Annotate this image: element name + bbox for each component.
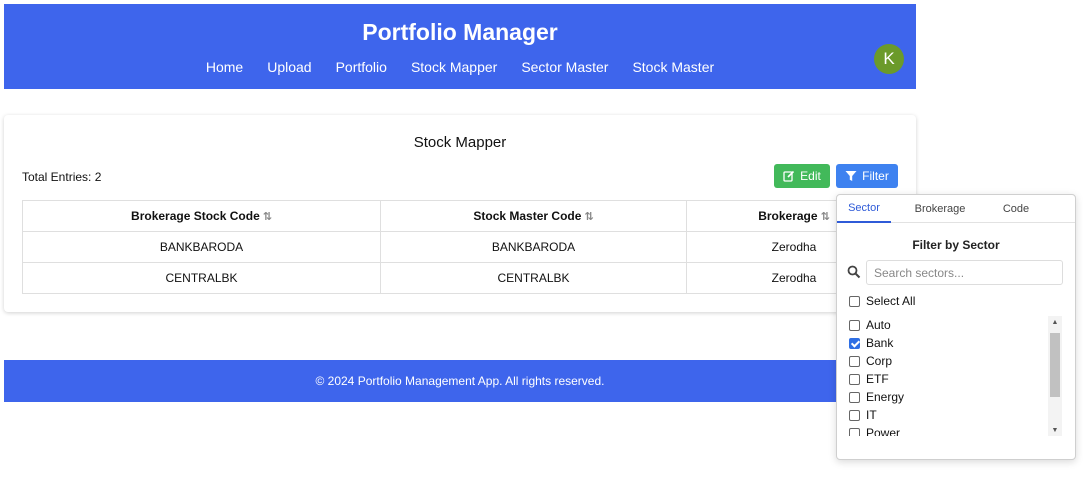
filter-tabs: Sector Brokerage Code (837, 195, 1075, 223)
checkbox[interactable] (849, 355, 860, 367)
edit-icon (783, 170, 795, 182)
table-cell: BANKBARODA (380, 231, 687, 263)
tab-sector[interactable]: Sector (837, 195, 891, 223)
page-title: Stock Mapper (413, 134, 507, 151)
select-all-label: Select All (866, 294, 916, 308)
nav-portfolio[interactable]: Portfolio (324, 59, 399, 75)
scrollbar-thumb[interactable] (1050, 333, 1060, 397)
checkbox[interactable] (849, 295, 860, 307)
sector-option-energy[interactable]: Energy (849, 388, 1049, 406)
nav-stock-master[interactable]: Stock Master (620, 59, 726, 75)
table-cell: CENTRALBK (380, 262, 687, 294)
filter-popover: Sector Brokerage Code Filter by Sector S… (836, 194, 1076, 460)
sector-option-corp[interactable]: Corp (849, 352, 1049, 370)
footer-text: © 2024 Portfolio Management App. All rig… (315, 374, 605, 388)
checkbox[interactable] (849, 319, 860, 331)
checkbox[interactable] (849, 373, 860, 385)
sector-list-scrollbar[interactable]: ▲ ▼ (1048, 316, 1062, 436)
nav-upload[interactable]: Upload (255, 59, 323, 75)
stock-mapper-table: Brokerage Stock Code ⇅ Stock Master Code ⇅… (22, 200, 902, 294)
main-nav: Home Upload Portfolio Stock Mapper Secto… (4, 59, 916, 75)
app-title: Portfolio Manager (362, 19, 558, 45)
checkbox[interactable] (849, 427, 860, 436)
sector-search-input[interactable] (866, 260, 1063, 285)
column-header-stock-master-code[interactable]: Stock Master Code ⇅ (380, 200, 687, 232)
filter-title: Filter by Sector (912, 238, 1000, 252)
checkbox-checked[interactable] (849, 337, 860, 349)
edit-button-label: Edit (800, 169, 821, 183)
filter-button-label: Filter (862, 169, 889, 183)
table-cell: BANKBARODA (22, 231, 381, 263)
sector-option-auto[interactable]: Auto (849, 316, 1049, 334)
tab-code[interactable]: Code (989, 195, 1043, 223)
tab-brokerage[interactable]: Brokerage (891, 195, 989, 223)
sector-option-bank[interactable]: Bank (849, 334, 1049, 352)
app-header: Portfolio Manager Home Upload Portfolio … (4, 4, 916, 89)
sector-list: Auto Bank Corp ETF Energy IT Power (849, 316, 1049, 436)
checkbox[interactable] (849, 391, 860, 403)
sector-option-it[interactable]: IT (849, 406, 1049, 424)
scroll-down-arrow-icon[interactable]: ▼ (1048, 424, 1062, 436)
table-row: BANKBARODA BANKBARODA Zerodha (22, 231, 902, 263)
table-header-row: Brokerage Stock Code ⇅ Stock Master Code ⇅… (22, 200, 902, 232)
user-avatar[interactable]: K (874, 44, 904, 74)
search-icon (847, 265, 861, 279)
table-cell: CENTRALBK (22, 262, 381, 294)
sort-icon[interactable]: ⇅ (821, 211, 830, 223)
filter-button[interactable]: Filter (836, 164, 898, 188)
nav-stock-mapper[interactable]: Stock Mapper (399, 59, 509, 75)
total-entries: Total Entries: 2 (22, 170, 102, 184)
nav-home[interactable]: Home (194, 59, 255, 75)
checkbox[interactable] (849, 409, 860, 421)
sector-option-power[interactable]: Power (849, 424, 1049, 436)
app-footer: © 2024 Portfolio Management App. All rig… (4, 360, 916, 402)
scroll-up-arrow-icon[interactable]: ▲ (1048, 316, 1062, 328)
filter-icon (845, 171, 857, 181)
sort-icon[interactable]: ⇅ (584, 211, 593, 223)
select-all-checkbox[interactable]: Select All (849, 294, 915, 308)
sector-option-etf[interactable]: ETF (849, 370, 1049, 388)
table-row: CENTRALBK CENTRALBK Zerodha (22, 262, 902, 294)
column-header-brokerage-stock-code[interactable]: Brokerage Stock Code ⇅ (22, 200, 381, 232)
edit-button[interactable]: Edit (774, 164, 830, 188)
nav-sector-master[interactable]: Sector Master (509, 59, 620, 75)
sort-icon[interactable]: ⇅ (263, 211, 272, 223)
stock-mapper-card: Stock Mapper Total Entries: 2 Edit Filte… (4, 115, 916, 312)
